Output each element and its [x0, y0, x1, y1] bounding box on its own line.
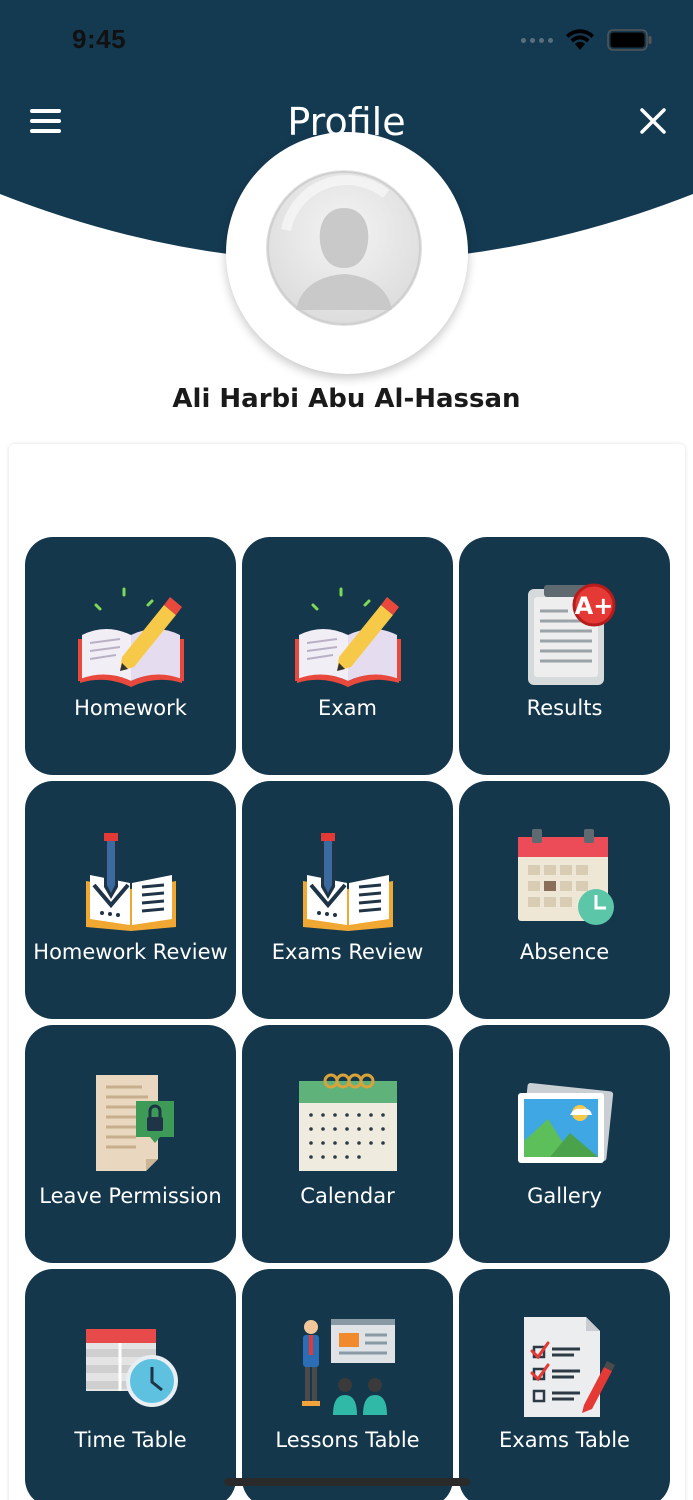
- tile-exams-review[interactable]: Exams Review: [242, 781, 453, 1019]
- calendar-icon: [298, 1073, 397, 1171]
- tile-label: Lessons Table: [275, 1428, 420, 1452]
- tile-label: Gallery: [527, 1184, 602, 1208]
- tile-label: Exams Review: [271, 940, 424, 964]
- tile-label: Exams Table: [499, 1428, 630, 1452]
- tile-results[interactable]: A+ Results: [459, 537, 670, 775]
- avatar-placeholder-icon: [266, 170, 422, 326]
- tile-calendar[interactable]: Calendar: [242, 1025, 453, 1263]
- tile-homework-review[interactable]: Homework Review: [25, 781, 236, 1019]
- gallery-icon: [517, 1082, 613, 1163]
- status-time: 9:45: [72, 24, 127, 54]
- book-pencil-icon: [77, 587, 184, 687]
- locked-document-icon: [95, 1075, 174, 1171]
- tile-label: Homework: [74, 696, 187, 720]
- cellular-signal-icon: [521, 37, 553, 43]
- home-indicator[interactable]: [224, 1478, 470, 1486]
- avatar[interactable]: [226, 132, 468, 374]
- battery-icon: [607, 29, 652, 51]
- calendar-clock-icon: [517, 829, 614, 925]
- svg-text:A+: A+: [574, 592, 613, 620]
- wifi-icon: [566, 29, 594, 50]
- clipboard-grade-icon: A+: [527, 583, 615, 685]
- tile-lessons-table[interactable]: Lessons Table: [242, 1269, 453, 1500]
- tile-label: Leave Permission: [39, 1184, 222, 1208]
- tile-label: Absence: [519, 940, 610, 964]
- tile-label: Homework Review: [33, 940, 228, 964]
- timetable-clock-icon: [85, 1329, 178, 1407]
- status-bar: 9:45: [0, 0, 693, 80]
- open-book-review-icon: [302, 833, 393, 931]
- classroom-icon: [301, 1319, 395, 1415]
- tile-label: Time Table: [74, 1428, 187, 1452]
- tile-leave-permission[interactable]: Leave Permission: [25, 1025, 236, 1263]
- tile-exams-table[interactable]: Exams Table: [459, 1269, 670, 1500]
- tile-label: Calendar: [300, 1184, 395, 1208]
- tile-absence[interactable]: Absence: [459, 781, 670, 1019]
- tile-gallery[interactable]: Gallery: [459, 1025, 670, 1263]
- tile-homework[interactable]: Homework: [25, 537, 236, 775]
- user-name: Ali Harbi Abu Al-Hassan: [172, 384, 521, 414]
- book-pencil-icon: [294, 587, 401, 687]
- checklist-icon: [523, 1317, 615, 1417]
- tile-exam[interactable]: Exam: [242, 537, 453, 775]
- tile-time-table[interactable]: Time Table: [25, 1269, 236, 1500]
- open-book-review-icon: [85, 833, 176, 931]
- status-icons: [521, 26, 653, 54]
- close-icon[interactable]: [636, 104, 670, 138]
- tile-label: Exam: [317, 696, 378, 720]
- tile-label: Results: [526, 696, 603, 720]
